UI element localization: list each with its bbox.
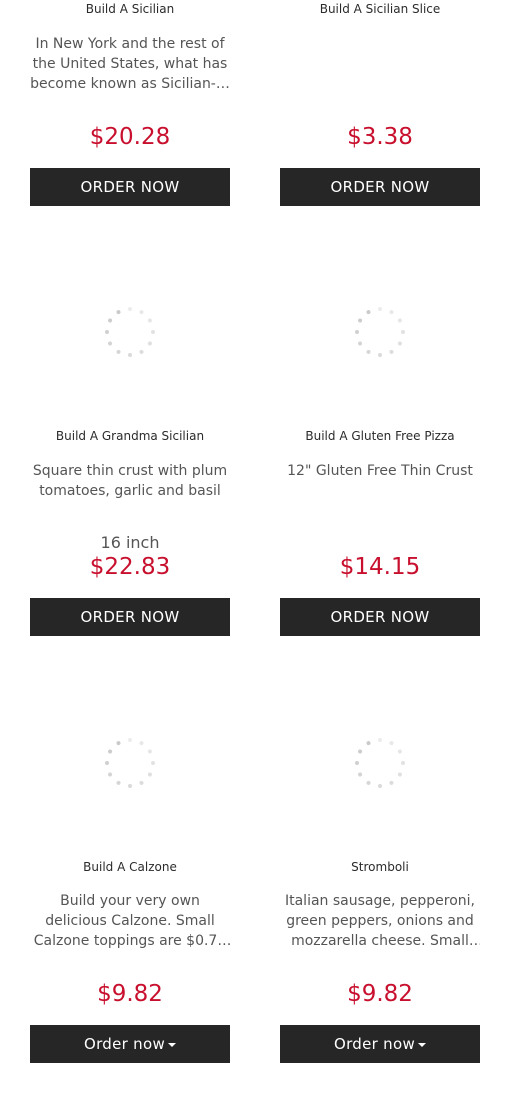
spinner-dot bbox=[397, 340, 403, 347]
order-button-label: ORDER NOW bbox=[330, 608, 430, 626]
spinner-dot bbox=[357, 340, 363, 347]
spinner-dot bbox=[147, 340, 153, 347]
order-now-button[interactable]: ORDER NOW bbox=[30, 168, 230, 206]
spinner-dot bbox=[147, 771, 153, 778]
product-title[interactable]: Stromboli bbox=[280, 860, 480, 874]
spinner-dot bbox=[115, 349, 122, 355]
product-price: $20.28 bbox=[89, 124, 171, 150]
caret-down-icon bbox=[168, 1043, 177, 1047]
spinner-dot bbox=[378, 353, 382, 357]
product-image[interactable] bbox=[280, 733, 480, 793]
spinner-dot bbox=[357, 748, 363, 755]
order-now-dropdown-button[interactable]: Order now bbox=[30, 1025, 230, 1063]
loading-spinner-icon bbox=[105, 738, 155, 788]
spinner-dot bbox=[151, 761, 155, 765]
spinner-dot bbox=[105, 761, 109, 765]
product-price: $22.83 bbox=[89, 554, 171, 580]
spinner-dot bbox=[138, 740, 145, 746]
product-description: Italian sausage, pepperoni, green pepper… bbox=[284, 893, 475, 949]
spinner-dot bbox=[147, 317, 153, 324]
loading-spinner-icon bbox=[355, 307, 405, 357]
order-now-button[interactable]: ORDER NOW bbox=[30, 598, 230, 636]
spinner-dot bbox=[397, 771, 403, 778]
order-now-button[interactable]: ORDER NOW bbox=[280, 168, 480, 206]
product-card: Build A Sicilian Slice $3.38 ORDER NOW bbox=[280, 0, 480, 210]
spinner-dot bbox=[397, 748, 403, 755]
spinner-dot bbox=[365, 349, 372, 355]
product-card: Stromboli Italian sausage, pepperoni, gr… bbox=[280, 729, 480, 1069]
spinner-dot bbox=[115, 740, 122, 746]
order-button-label: Order now bbox=[83, 1035, 166, 1053]
spinner-dot bbox=[401, 330, 405, 334]
order-now-button[interactable]: ORDER NOW bbox=[280, 598, 480, 636]
spinner-dot bbox=[107, 340, 113, 347]
product-description: Build your very own delicious Calzone. S… bbox=[33, 893, 227, 949]
product-card: Build A Sicilian In New York and the res… bbox=[30, 0, 230, 210]
product-image[interactable] bbox=[30, 733, 230, 793]
spinner-dot bbox=[138, 780, 145, 786]
product-title[interactable]: Build A Sicilian Slice bbox=[280, 2, 480, 16]
spinner-dot bbox=[115, 780, 122, 786]
product-description: 12" Gluten Free Thin Crust bbox=[287, 463, 473, 479]
spinner-dot bbox=[115, 309, 122, 315]
product-title[interactable]: Build A Sicilian bbox=[30, 2, 230, 16]
spinner-dot bbox=[388, 780, 395, 786]
spinner-dot bbox=[138, 309, 145, 315]
order-button-label: ORDER NOW bbox=[80, 178, 180, 196]
product-price: $9.82 bbox=[347, 981, 413, 1007]
product-card: Build A Calzone Build your very own deli… bbox=[30, 729, 230, 1069]
spinner-dot bbox=[151, 330, 155, 334]
spinner-dot bbox=[138, 349, 145, 355]
spinner-dot bbox=[378, 307, 382, 311]
product-grid: Build A Sicilian In New York and the res… bbox=[0, 0, 510, 1112]
spinner-dot bbox=[128, 738, 132, 742]
spinner-dot bbox=[388, 309, 395, 315]
spinner-dot bbox=[388, 349, 395, 355]
product-price: $14.15 bbox=[339, 554, 421, 580]
product-price: $9.82 bbox=[97, 981, 163, 1007]
product-image[interactable] bbox=[30, 302, 230, 362]
spinner-dot bbox=[128, 353, 132, 357]
spinner-dot bbox=[107, 748, 113, 755]
caret-down-icon bbox=[418, 1043, 427, 1047]
spinner-dot bbox=[378, 738, 382, 742]
spinner-dot bbox=[355, 330, 359, 334]
spinner-dot bbox=[355, 761, 359, 765]
product-size: 16 inch bbox=[100, 533, 160, 552]
spinner-dot bbox=[107, 771, 113, 778]
loading-spinner-icon bbox=[105, 307, 155, 357]
product-card: Build A Gluten Free Pizza 12" Gluten Fre… bbox=[280, 298, 480, 638]
order-button-label: ORDER NOW bbox=[330, 178, 430, 196]
product-card: Build A Grandma Sicilian Square thin cru… bbox=[30, 298, 230, 638]
order-now-dropdown-button[interactable]: Order now bbox=[280, 1025, 480, 1063]
spinner-dot bbox=[357, 317, 363, 324]
spinner-dot bbox=[128, 784, 132, 788]
spinner-dot bbox=[378, 784, 382, 788]
spinner-dot bbox=[107, 317, 113, 324]
spinner-dot bbox=[147, 748, 153, 755]
spinner-dot bbox=[105, 330, 109, 334]
loading-spinner-icon bbox=[355, 738, 405, 788]
product-description: Square thin crust with plum tomatoes, ga… bbox=[32, 463, 228, 499]
product-description: In New York and the rest of the United S… bbox=[30, 36, 230, 92]
order-button-label: Order now bbox=[333, 1035, 416, 1053]
product-title[interactable]: Build A Gluten Free Pizza bbox=[280, 429, 480, 443]
spinner-dot bbox=[128, 307, 132, 311]
spinner-dot bbox=[401, 761, 405, 765]
spinner-dot bbox=[365, 740, 372, 746]
product-title[interactable]: Build A Calzone bbox=[30, 860, 230, 874]
spinner-dot bbox=[365, 309, 372, 315]
spinner-dot bbox=[365, 780, 372, 786]
product-title[interactable]: Build A Grandma Sicilian bbox=[30, 429, 230, 443]
product-price: $3.38 bbox=[347, 124, 413, 150]
spinner-dot bbox=[357, 771, 363, 778]
product-image[interactable] bbox=[280, 302, 480, 362]
spinner-dot bbox=[388, 740, 395, 746]
spinner-dot bbox=[397, 317, 403, 324]
order-button-label: ORDER NOW bbox=[80, 608, 180, 626]
